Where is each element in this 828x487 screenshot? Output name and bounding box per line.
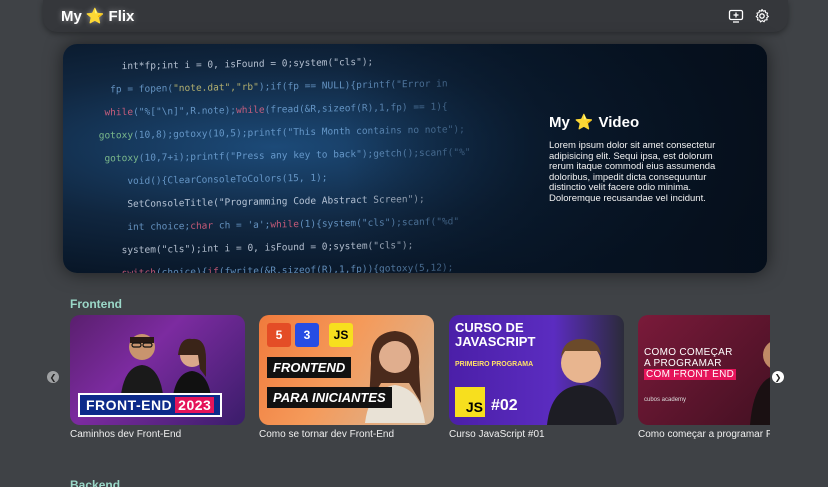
brand-text-right: Flix: [108, 7, 135, 25]
presenter-image: [750, 342, 770, 425]
video-card[interactable]: FRONT-END 2023 Caminhos dev Front-End: [70, 315, 245, 445]
css3-icon: 3: [295, 323, 319, 347]
thumbnail-year: 2023: [175, 397, 215, 413]
carousel-next-button[interactable]: ❯: [772, 371, 784, 383]
thumbnail-title-line3: COM FRONT END: [644, 369, 737, 380]
star-icon: ⭐: [574, 114, 594, 131]
section-title-backend: Backend: [70, 478, 121, 487]
video-caption[interactable]: Como começar a programar Fro: [638, 429, 770, 440]
hero-content: My ⭐ Video Lorem ipsum dolor sit amet co…: [549, 114, 729, 204]
thumbnail-title-line2: JAVASCRIPT: [455, 334, 536, 349]
navbar-actions: [728, 8, 770, 24]
video-card[interactable]: 5 3 JS FRONTEND PARA INICIANTES Como se …: [259, 315, 434, 445]
frontend-carousel: ❮ FRONT-END 2023 Caminhos dev Front-End …: [0, 315, 828, 445]
gear-icon[interactable]: [754, 8, 770, 24]
video-caption[interactable]: Caminhos dev Front-End: [70, 429, 245, 440]
presenter-image: [547, 339, 617, 425]
brand-logo[interactable]: My ⭐ Flix: [61, 8, 134, 25]
video-card[interactable]: COMO COMEÇAR A PROGRAMAR COM FRONT END c…: [638, 315, 770, 445]
video-thumbnail[interactable]: 5 3 JS FRONTEND PARA INICIANTES: [259, 315, 434, 425]
html5-icon: 5: [267, 323, 291, 347]
star-icon: ⭐: [85, 7, 105, 25]
add-video-icon[interactable]: [728, 8, 744, 24]
navbar: My ⭐ Flix: [43, 0, 788, 32]
thumbnail-title: CURSO DE JAVASCRIPT: [455, 321, 535, 349]
video-card[interactable]: CURSO DE JAVASCRIPT PRIMEIRO PROGRAMA JS…: [449, 315, 624, 445]
video-thumbnail[interactable]: COMO COMEÇAR A PROGRAMAR COM FRONT END c…: [638, 315, 770, 425]
video-caption[interactable]: Curso JavaScript #01: [449, 429, 624, 440]
thumbnail-title-line2: A PROGRAMAR: [644, 358, 722, 369]
presenter-image: [365, 331, 425, 423]
carousel-prev-button[interactable]: ❮: [47, 371, 59, 383]
hero-banner[interactable]: int*fp;int i = 0, isFound = 0;system("cl…: [63, 44, 767, 273]
thumbnail-title-line2: PARA INICIANTES: [267, 387, 392, 408]
episode-number: #02: [491, 397, 518, 414]
video-thumbnail[interactable]: FRONT-END 2023: [70, 315, 245, 425]
thumbnail-title-line1: CURSO DE: [455, 320, 524, 335]
thumbnail-title: FRONT-END 2023: [78, 393, 223, 417]
thumbnail-subtitle: PRIMEIRO PROGRAMA: [455, 361, 534, 368]
chevron-left-icon: ❮: [49, 372, 57, 382]
thumbnail-title: COMO COMEÇAR A PROGRAMAR COM FRONT END: [644, 347, 737, 380]
thumbnail-brand: cubos academy: [644, 397, 687, 403]
video-thumbnail[interactable]: CURSO DE JAVASCRIPT PRIMEIRO PROGRAMA JS…: [449, 315, 624, 425]
chevron-right-icon: ❯: [774, 372, 782, 382]
hero-title: My ⭐ Video: [549, 114, 729, 131]
thumbnail-title-line1: COMO COMEÇAR: [644, 347, 733, 358]
video-caption[interactable]: Como se tornar dev Front-End: [259, 429, 434, 440]
thumbnail-title-line1: FRONTEND: [267, 357, 352, 378]
hero-title-right: Video: [598, 114, 640, 131]
thumbnail-label: FRONT-END: [86, 397, 173, 413]
section-title-frontend: Frontend: [70, 297, 122, 311]
javascript-icon: JS: [329, 323, 353, 347]
hero-title-left: My: [549, 114, 570, 131]
carousel-track: FRONT-END 2023 Caminhos dev Front-End 5 3…: [70, 315, 770, 445]
javascript-icon: JS: [455, 387, 485, 417]
brand-text-left: My: [61, 7, 82, 25]
hero-description: Lorem ipsum dolor sit amet consectetur a…: [549, 140, 716, 204]
